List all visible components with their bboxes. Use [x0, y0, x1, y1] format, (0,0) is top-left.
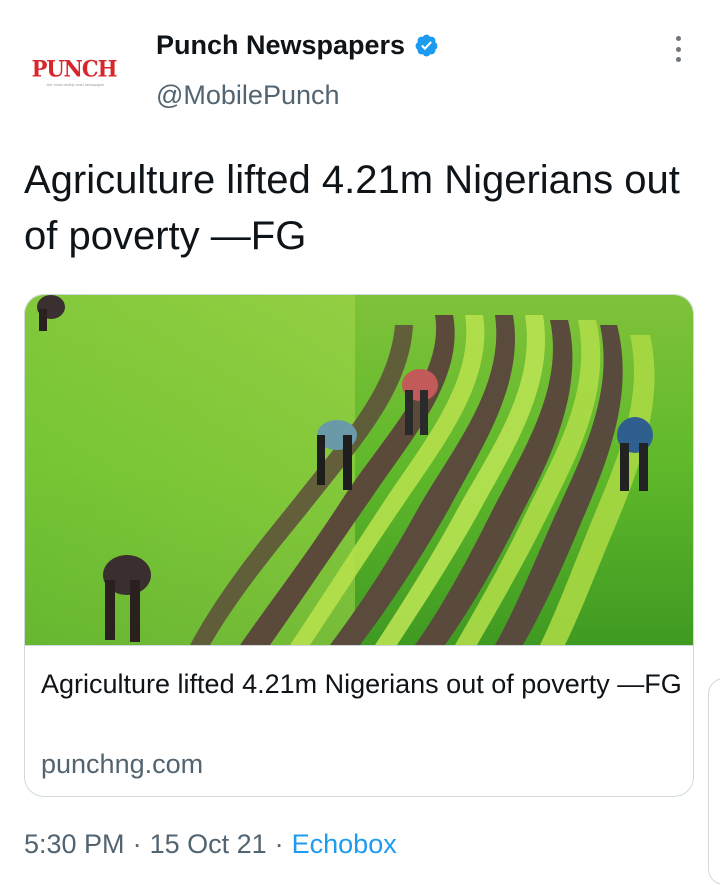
more-dot: [675, 46, 681, 52]
meta-separator: ·: [132, 829, 142, 859]
verified-badge-icon: [415, 34, 438, 56]
card-image: [25, 295, 693, 645]
edge-panel[interactable]: [708, 678, 720, 885]
tweet-time[interactable]: 5:30 PM: [24, 829, 125, 859]
more-dot: [675, 57, 681, 62]
author-names: Punch Newspapers @MobilePunch: [156, 28, 439, 112]
more-vertical-icon[interactable]: [666, 34, 690, 64]
card-title[interactable]: Agriculture lifted 4.21m Nigerians out o…: [41, 665, 686, 703]
author-display-name-text: Punch Newspapers: [156, 30, 406, 60]
author-display-name[interactable]: Punch Newspapers: [156, 28, 439, 62]
tweet-text: Agriculture lifted 4.21m Nigerians out o…: [24, 158, 680, 258]
tweet-source-link[interactable]: Echobox: [292, 829, 397, 859]
avatar[interactable]: PUNCH ...the most widely read newspaper: [22, 40, 126, 104]
tweet-header: PUNCH ...the most widely read newspaper …: [0, 0, 720, 140]
punch-logo-tagline: ...the most widely read newspaper: [43, 81, 105, 87]
more-dot: [675, 36, 681, 41]
tweet-meta: 5:30 PM · 15 Oct 21 · Echobox: [24, 826, 397, 862]
meta-separator: ·: [274, 829, 284, 859]
card-divider: [25, 645, 693, 646]
author-handle[interactable]: @MobilePunch: [156, 78, 439, 112]
card-domain: punchng.com: [41, 749, 204, 779]
punch-logo: PUNCH: [31, 54, 118, 82]
link-card[interactable]: Agriculture lifted 4.21m Nigerians out o…: [24, 294, 694, 797]
tweet-date[interactable]: 15 Oct 21: [150, 829, 267, 859]
